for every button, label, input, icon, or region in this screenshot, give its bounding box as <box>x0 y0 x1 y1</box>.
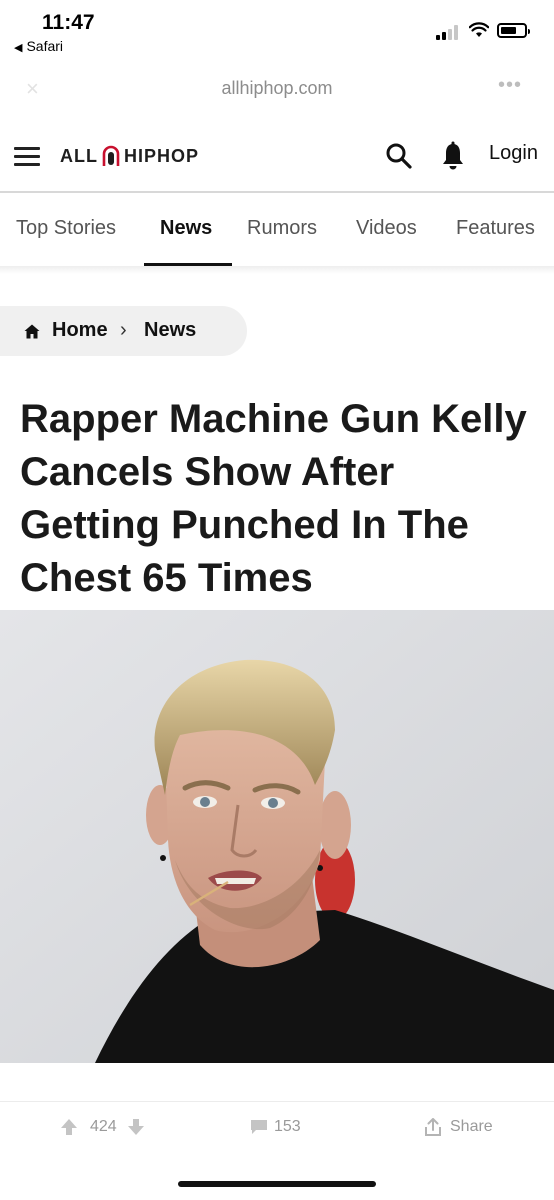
logo-text-left: ALL <box>60 145 98 166</box>
microphone-logo-icon <box>102 145 120 166</box>
status-time: 11:47 <box>42 11 95 34</box>
more-options-icon[interactable]: ••• <box>498 74 522 97</box>
browser-url-bar: × allhiphop.com ••• <box>0 62 554 114</box>
back-app-label: Safari <box>26 38 64 54</box>
login-button[interactable]: Login <box>489 142 538 165</box>
breadcrumb-news-link[interactable]: News <box>144 319 196 342</box>
back-arrow-icon: ◀ <box>14 42 23 54</box>
menu-icon[interactable] <box>14 147 40 166</box>
search-icon[interactable] <box>385 142 413 170</box>
tab-rumors[interactable]: Rumors <box>247 217 317 240</box>
status-bar: 11:47 ◀ Safari <box>0 0 554 62</box>
article-actions-bar: 424 153 Share <box>0 1101 554 1157</box>
url-display[interactable]: allhiphop.com <box>0 78 554 99</box>
tab-top-stories[interactable]: Top Stories <box>16 217 116 240</box>
breadcrumb: Home › News <box>0 306 247 356</box>
site-logo[interactable]: ALL HIPHOP <box>60 144 199 168</box>
back-to-app-link[interactable]: ◀ Safari <box>14 38 63 54</box>
vote-control: 424 <box>60 1118 145 1136</box>
tabs-divider <box>0 266 554 274</box>
wifi-icon <box>469 22 489 37</box>
battery-icon <box>497 23 530 38</box>
site-header: ALL HIPHOP Login <box>0 114 554 193</box>
cellular-signal-icon <box>436 24 462 40</box>
downvote-arrow-icon[interactable] <box>127 1118 145 1136</box>
breadcrumb-home-link[interactable]: Home <box>52 319 108 342</box>
notification-bell-icon[interactable] <box>440 141 466 171</box>
section-tabs: Top Stories News Rumors Videos Features <box>0 193 554 268</box>
tab-features[interactable]: Features <box>456 217 535 240</box>
article-headline: Rapper Machine Gun Kelly Cancels Show Af… <box>20 397 527 600</box>
tab-videos[interactable]: Videos <box>356 217 417 240</box>
comments-button[interactable]: 153 <box>250 1118 301 1136</box>
logo-text-right: HIPHOP <box>124 145 200 166</box>
home-icon <box>24 324 40 339</box>
tab-news[interactable]: News <box>160 217 212 240</box>
share-label: Share <box>450 1118 493 1135</box>
home-indicator[interactable] <box>178 1181 376 1187</box>
share-icon <box>425 1118 441 1136</box>
portrait-photo <box>0 610 554 1063</box>
breadcrumb-separator: › <box>120 319 127 341</box>
upvote-arrow-icon[interactable] <box>60 1118 78 1136</box>
vote-count: 424 <box>90 1118 117 1135</box>
share-button[interactable]: Share <box>424 1118 493 1136</box>
comment-bubble-icon <box>251 1120 267 1134</box>
article-hero-image[interactable] <box>0 610 554 1063</box>
comment-count: 153 <box>274 1118 301 1135</box>
